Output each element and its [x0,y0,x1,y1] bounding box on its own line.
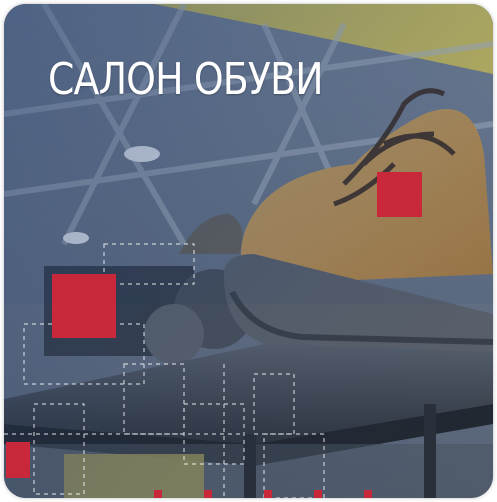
red-square-decor [52,274,116,338]
category-tile[interactable]: САЛОН ОБУВИ [4,4,493,498]
tile-title: САЛОН ОБУВИ [48,54,323,105]
red-square-decor [377,172,422,217]
red-square-decor [6,442,30,478]
